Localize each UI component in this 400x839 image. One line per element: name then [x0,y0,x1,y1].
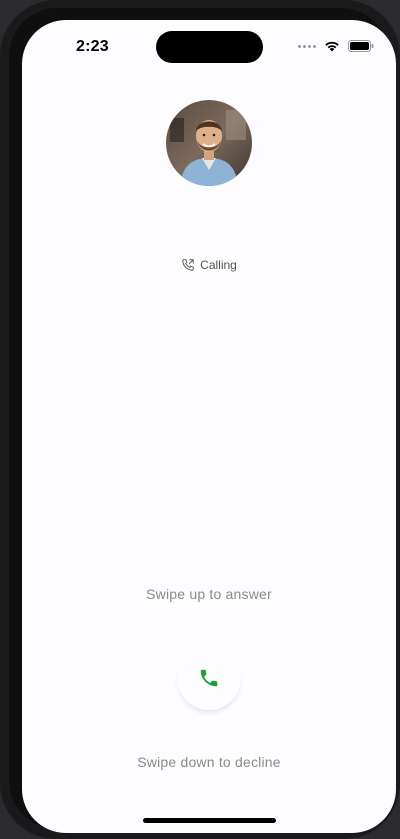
swipe-up-hint: Swipe up to answer [146,586,272,602]
signal-dots-icon [298,44,316,48]
swipe-down-hint: Swipe down to decline [137,754,281,770]
status-bar: 2:23 [22,20,396,74]
status-time: 2:23 [76,38,109,55]
wifi-icon [325,41,339,52]
status-icons [298,39,374,53]
device-frame: 2:23 Calling Swipe up to answer Swipe do… [9,8,396,833]
phone-icon [200,669,218,687]
answer-button[interactable] [177,646,241,710]
home-indicator[interactable] [143,818,276,823]
call-status: Calling [22,258,396,272]
call-screen: 2:23 Calling Swipe up to answer Swipe do… [22,20,396,833]
battery-icon [348,40,374,52]
phone-outgoing-icon [182,259,194,271]
caller-avatar [166,100,252,186]
call-status-label: Calling [200,258,237,272]
dynamic-island [156,31,263,63]
